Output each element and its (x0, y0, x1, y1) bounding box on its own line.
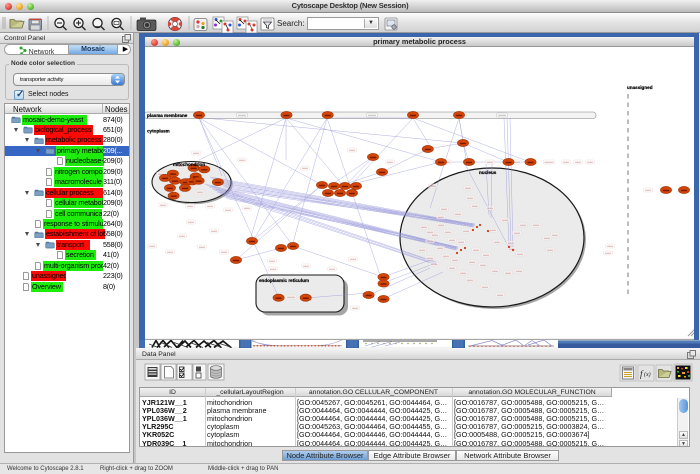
svg-text:cytoplasm: cytoplasm (147, 129, 170, 134)
svg-text:(x): (x) (644, 371, 651, 378)
svg-text:endoplasmic reticulum: endoplasmic reticulum (259, 278, 309, 283)
svg-text:nucleus: nucleus (479, 170, 497, 175)
svg-text:plasma membrane: plasma membrane (147, 113, 188, 118)
svg-text:unassigned: unassigned (627, 85, 653, 90)
svg-text:mitochondrion: mitochondrion (173, 162, 205, 167)
